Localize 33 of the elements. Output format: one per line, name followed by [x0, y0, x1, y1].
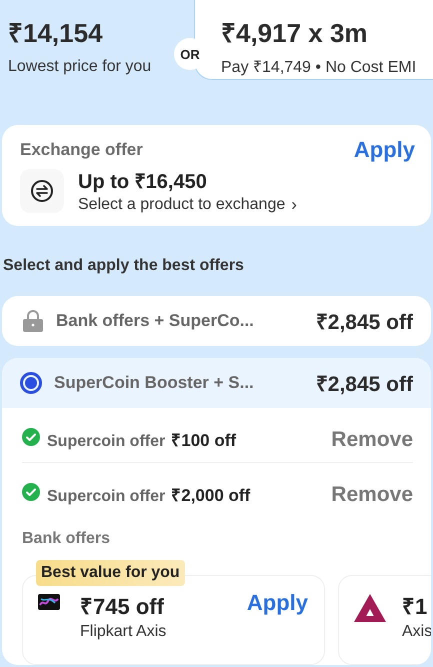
apply-button[interactable]: Apply [246, 590, 308, 616]
bank-offer-amount: ₹1 [402, 593, 428, 620]
offer-group-discount: ₹2,845 off [316, 372, 413, 397]
bank-offers-title: Bank offers [22, 530, 112, 548]
remove-button[interactable]: Remove [331, 428, 413, 452]
best-value-badge: Best value for you [36, 560, 185, 586]
exchange-offer-title: Exchange offer [20, 140, 143, 160]
lowest-price-caption: Lowest price for you [8, 58, 152, 76]
radio-button[interactable] [20, 372, 42, 394]
check-icon [22, 428, 40, 446]
check-icon [22, 482, 40, 500]
exchange-subtitle[interactable]: Select a product to exchange [78, 196, 286, 214]
lowest-price: ₹14,154 [8, 17, 104, 50]
emi-price: ₹4,917 x 3m [221, 17, 369, 50]
remove-button[interactable]: Remove [331, 483, 413, 507]
applied-offer-label: Supercoin offer [47, 433, 166, 451]
applied-offer-amount: ₹2,000 off [171, 485, 252, 506]
applied-offer-amount: ₹100 off [171, 430, 238, 451]
offers-heading: Select and apply the best offers [3, 257, 245, 275]
bank-offer-amount: ₹745 off [80, 593, 165, 620]
offer-group-card[interactable]: Bank offers + SuperCo... ₹2,845 off [2, 296, 431, 346]
offer-group-title: SuperCoin Booster + S... [54, 373, 255, 393]
offer-group-title: Bank offers + SuperCo... [56, 311, 255, 331]
offer-group-discount: ₹2,845 off [316, 310, 413, 335]
bank-name: Flipkart Axis [80, 623, 168, 641]
triangle-logo-icon [354, 594, 386, 622]
card-icon [38, 594, 60, 610]
chevron-icon: › [291, 196, 297, 214]
apply-button[interactable]: Apply [354, 137, 415, 163]
exchange-amount: Up to ₹16,450 [78, 170, 208, 194]
emi-caption: Pay ₹14,749 • No Cost EMI [221, 58, 418, 78]
exchange-icon [20, 168, 64, 212]
applied-offer-label: Supercoin offer [47, 488, 166, 506]
